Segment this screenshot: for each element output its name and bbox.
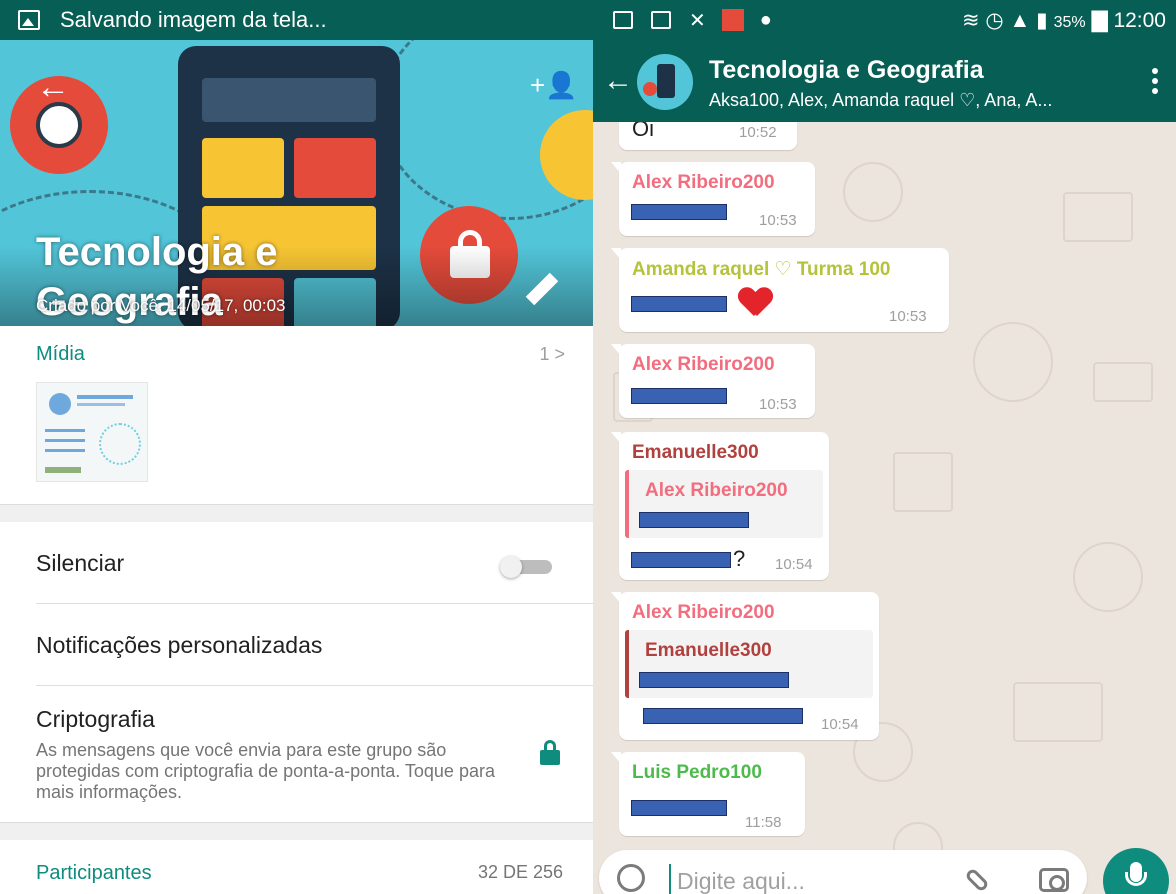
wifi-icon: ≋ ◷ ▲ [961, 9, 1031, 32]
group-cover-image: ← +👤 Tecnologia e Geografia [0, 40, 593, 326]
message-bubble[interactable]: Oi 10:52 [619, 122, 797, 150]
globe-tile [294, 138, 376, 198]
message-sender: Alex Ribeiro200 [632, 172, 775, 193]
redaction-bar [631, 800, 727, 816]
redaction-bar [631, 388, 727, 404]
media-label: Mídia [36, 342, 85, 365]
participants-label: Participantes [36, 862, 152, 884]
group-info-panel: Salvando imagem da tela... ← +👤 Tecnolog… [0, 0, 593, 894]
group-avatar[interactable] [637, 54, 693, 110]
app-icon [721, 9, 744, 31]
more-options-icon[interactable] [1152, 68, 1158, 98]
redaction-bar [643, 708, 803, 724]
custom-notifications-label: Notificações personalizadas [36, 632, 323, 658]
message-time: 11:58 [745, 814, 782, 831]
quoted-message[interactable]: Alex Ribeiro200 [625, 470, 823, 538]
input-placeholder: Digite aqui... [677, 868, 805, 894]
encryption-row[interactable]: Criptografia [36, 706, 556, 733]
message-bubble[interactable]: Alex Ribeiro200 10:53 [611, 162, 815, 236]
wallet-tile [202, 138, 284, 198]
redaction-bar [631, 552, 731, 568]
chat-members: Aksa100, Alex, Amanda raquel ♡, Ana, A..… [709, 90, 1053, 110]
back-arrow-icon[interactable]: ← [36, 70, 70, 104]
message-bubble[interactable]: Alex Ribeiro200 Emanuelle300 10:54 [611, 592, 879, 740]
quoted-sender: Emanuelle300 [645, 640, 772, 661]
tools-icon: ✕ [689, 9, 706, 32]
camera-icon[interactable] [1039, 868, 1069, 892]
message-bubble[interactable]: Luis Pedro100 11:58 [611, 752, 805, 836]
gallery-icon [18, 10, 40, 30]
message-sender: Alex Ribeiro200 [632, 602, 775, 623]
heart-emoji-icon [739, 288, 769, 316]
encryption-description: As mensagens que você envia para este gr… [36, 740, 495, 802]
clock: 12:00 [1113, 9, 1166, 32]
compose-bar: Digite aqui... [593, 848, 1176, 894]
group-title-line1: Tecnologia e [36, 230, 278, 274]
message-time: 10:53 [759, 396, 797, 413]
participants-count: 32 DE 256 [478, 862, 564, 882]
redaction-bar [631, 204, 727, 220]
media-thumbnail[interactable] [36, 382, 148, 482]
encryption-title: Criptografia [36, 706, 155, 732]
back-arrow-icon[interactable]: ← [603, 64, 633, 98]
message-text: ? [733, 546, 746, 571]
quoted-sender: Alex Ribeiro200 [645, 480, 788, 501]
signal-icon: ▮ [1036, 9, 1048, 32]
redaction-bar [631, 296, 727, 312]
attach-icon[interactable] [964, 867, 990, 893]
message-bubble[interactable]: Emanuelle300 Alex Ribeiro200 ? 10:54 [611, 432, 829, 580]
chat-header[interactable]: ← Tecnologia e Geografia Aksa100, Alex, … [593, 40, 1176, 122]
message-bubble[interactable]: Alex Ribeiro200 10:53 [611, 344, 815, 418]
custom-notifications-row[interactable]: Notificações personalizadas [36, 632, 556, 659]
redaction-bar [639, 512, 749, 528]
chat-title[interactable]: Tecnologia e Geografia [709, 56, 984, 85]
message-time: 10:54 [775, 556, 813, 573]
status-bar: ✕ ● ≋ ◷ ▲ ▮ 35% ▇ 12:00 [593, 0, 1176, 40]
message-sender: Luis Pedro100 [632, 762, 762, 783]
sync-icon: ● [759, 8, 772, 31]
media-section[interactable]: Mídia 1 > [0, 326, 593, 482]
chat-panel: ✕ ● ≋ ◷ ▲ ▮ 35% ▇ 12:00 ← Tecnologia e G… [593, 0, 1176, 894]
battery-icon: ▇ [1091, 9, 1108, 32]
message-time: 10:52 [739, 124, 777, 141]
media-count[interactable]: 1 > [539, 344, 565, 365]
message-time: 10:53 [759, 212, 797, 229]
battery-level: 35% [1053, 14, 1086, 31]
video-tile [202, 78, 376, 122]
created-info: Criado por Você, 14/05/17, 00:03 [36, 296, 286, 315]
mute-row[interactable]: Silenciar [36, 550, 556, 577]
message-time: 10:54 [821, 716, 859, 733]
emoji-icon[interactable] [617, 864, 645, 892]
quoted-message[interactable]: Emanuelle300 [625, 630, 873, 698]
mute-toggle[interactable] [500, 556, 554, 578]
message-sender: Emanuelle300 [632, 442, 759, 463]
message-time: 10:53 [889, 308, 927, 325]
lock-icon [540, 740, 560, 765]
message-bubble[interactable]: Amanda raquel ♡ Turma 100 10:53 [611, 248, 949, 332]
mute-label: Silenciar [36, 550, 125, 576]
status-text: Salvando imagem da tela... [60, 7, 327, 32]
gallery-icon [651, 11, 671, 29]
status-bar: Salvando imagem da tela... [0, 0, 593, 40]
message-list: Oi 10:52 Alex Ribeiro200 10:53 Amanda ra… [593, 122, 1176, 894]
message-sender: Alex Ribeiro200 [632, 354, 775, 375]
message-sender: Amanda raquel ♡ Turma 100 [632, 259, 891, 280]
redaction-bar [639, 672, 789, 688]
message-input[interactable]: Digite aqui... [599, 850, 1087, 894]
message-text: Oi [632, 122, 654, 141]
microphone-button[interactable] [1103, 848, 1169, 894]
mail-icon [613, 11, 633, 29]
add-participant-icon[interactable]: +👤 [530, 70, 578, 101]
